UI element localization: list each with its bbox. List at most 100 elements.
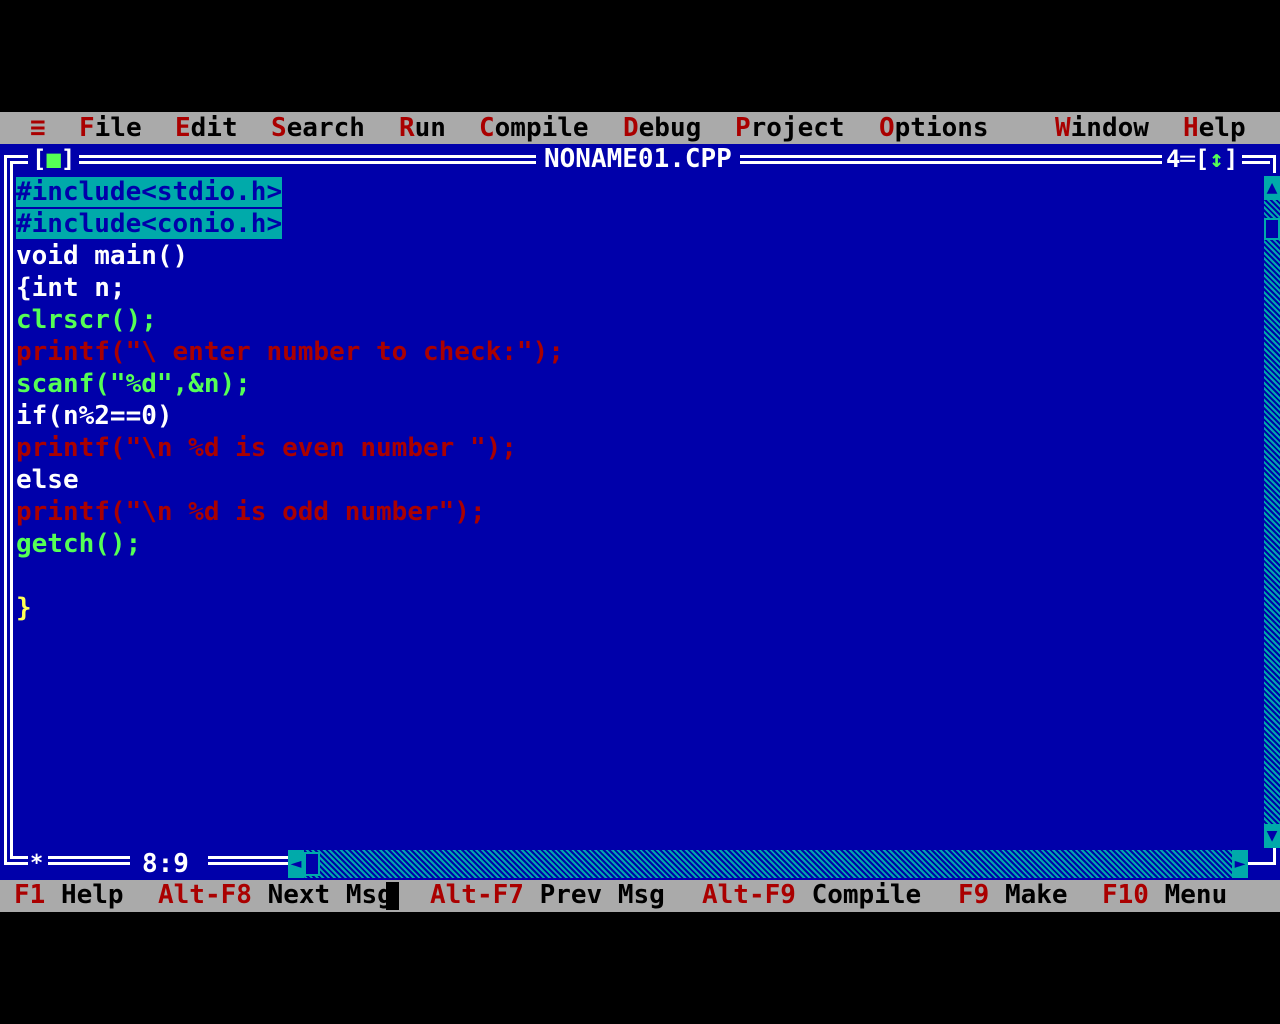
code-line: getch(); (16, 528, 1256, 560)
horizontal-scrollbar[interactable]: ◄ ► (288, 850, 1248, 878)
menu-edit[interactable]: Edit (175, 112, 238, 144)
mouse-cursor-block (386, 882, 399, 910)
code-text: getch(); (16, 529, 142, 559)
window-bottom-row: * 8:9 ◄ ► (0, 848, 1280, 880)
code-line: clrscr(); (16, 304, 1256, 336)
status-make-label: Make (989, 880, 1068, 910)
menu-run-label: un (414, 113, 446, 143)
code-line: printf("\ enter number to check:"); (16, 336, 1256, 368)
status-make[interactable]: F9 Make (958, 880, 1068, 912)
code-text: if(n%2==0) (16, 401, 173, 431)
menu-help-label: elp (1198, 113, 1246, 143)
scroll-up-icon[interactable]: ▲ (1264, 176, 1280, 200)
status-menu-label: Menu (1148, 880, 1228, 910)
code-text: #include<conio.h> (16, 209, 283, 239)
menu-compile-hotkey: C (479, 113, 495, 143)
menu-file-label: ile (94, 113, 142, 143)
status-help-key: F1 (14, 880, 46, 910)
menu-search-label: earch (286, 113, 365, 143)
code-text: else (16, 465, 79, 495)
status-make-key: F9 (958, 880, 990, 910)
vertical-scroll-thumb[interactable] (1264, 218, 1280, 240)
status-menu-key: F10 (1102, 880, 1149, 910)
frame-left-inner (10, 161, 13, 859)
code-text: void main() (16, 241, 189, 271)
menu-compile-label: ompile (494, 113, 589, 143)
code-text: printf("\n %d is odd number"); (16, 497, 486, 527)
cursor-position: 8:9 (136, 848, 195, 880)
status-prev-msg-key: Alt-F7 (430, 880, 524, 910)
status-next-msg[interactable]: Alt-F8 Next Msg (158, 880, 393, 912)
code-text: printf("\ enter number to check:"); (16, 337, 564, 367)
code-line: printf("\n %d is odd number"); (16, 496, 1256, 528)
code-line: if(n%2==0) (16, 400, 1256, 432)
zoom-icon[interactable]: ↕ (1209, 145, 1223, 173)
menu-options-hotkey: O (879, 113, 895, 143)
system-menu-icon: ≡ (30, 113, 46, 143)
editor-window: [■] NONAME01.CPP 4═[↕] #include<stdio.h>… (0, 144, 1280, 880)
code-area[interactable]: #include<stdio.h> #include<conio.h> void… (16, 176, 1256, 848)
menu-search-hotkey: S (271, 113, 287, 143)
code-text: printf("\n %d is even number "); (16, 433, 517, 463)
status-next-msg-key: Alt-F8 (158, 880, 252, 910)
close-icon: ■ (46, 145, 61, 173)
menu-file[interactable]: File (79, 112, 142, 144)
menu-window[interactable]: Window (1055, 112, 1149, 144)
menu-compile[interactable]: Compile (479, 112, 589, 144)
code-line: } (16, 592, 1256, 624)
status-prev-msg-label: Prev Msg (523, 880, 665, 910)
horizontal-scroll-thumb[interactable] (304, 852, 320, 876)
menu-run[interactable]: Run (399, 112, 446, 144)
menu-options-label: ptions (894, 113, 989, 143)
menu-help[interactable]: Help (1183, 112, 1246, 144)
menu-project-hotkey: P (735, 113, 751, 143)
code-text: {int n; (16, 273, 126, 303)
status-next-msg-label: Next Msg (251, 880, 393, 910)
frame-left-outer (4, 155, 7, 865)
code-line: {int n; (16, 272, 1256, 304)
code-text: clrscr(); (16, 305, 157, 335)
menu-edit-label: dit (190, 113, 238, 143)
menu-debug-hotkey: D (623, 113, 639, 143)
window-title: NONAME01.CPP (536, 144, 740, 176)
vertical-scrollbar[interactable]: ▲ ▼ (1264, 176, 1280, 848)
code-text: #include<stdio.h> (16, 177, 283, 207)
menu-help-hotkey: H (1183, 113, 1199, 143)
scroll-right-icon[interactable]: ► (1232, 850, 1248, 878)
menu-file-hotkey: F (79, 113, 95, 143)
scroll-down-icon[interactable]: ▼ (1264, 824, 1280, 848)
system-menu[interactable]: ≡ (30, 112, 46, 144)
status-bar: F1 Help Alt-F8 Next Msg Alt-F7 Prev Msg … (0, 880, 1280, 912)
status-prev-msg[interactable]: Alt-F7 Prev Msg (430, 880, 665, 912)
code-line: #include<stdio.h> (16, 176, 1256, 208)
menu-options[interactable]: Options (879, 112, 989, 144)
status-help[interactable]: F1 Help (14, 880, 124, 912)
window-controls: 4═[↕] (1162, 144, 1243, 176)
code-line: #include<conio.h> (16, 208, 1256, 240)
code-line: else (16, 464, 1256, 496)
code-line: void main() (16, 240, 1256, 272)
status-compile[interactable]: Alt-F9 Compile (702, 880, 921, 912)
menu-edit-hotkey: E (175, 113, 191, 143)
menu-debug[interactable]: Debug (623, 112, 701, 144)
code-text: } (16, 593, 32, 623)
menu-debug-label: ebug (638, 113, 702, 143)
code-line: printf("\n %d is even number "); (16, 432, 1256, 464)
status-compile-label: Compile (795, 880, 922, 910)
menu-window-label: indow (1070, 113, 1149, 143)
menu-bar: ≡ File Edit Search Run Compile Debug Pro… (0, 112, 1280, 144)
scroll-left-icon[interactable]: ◄ (288, 850, 304, 878)
title-row: [■] NONAME01.CPP 4═[↕] (0, 144, 1280, 176)
modified-star-icon: * (28, 848, 46, 880)
status-compile-key: Alt-F9 (702, 880, 796, 910)
menu-project[interactable]: Project (735, 112, 845, 144)
menu-project-label: roject (750, 113, 845, 143)
menu-window-hotkey: W (1055, 113, 1071, 143)
menu-search[interactable]: Search (271, 112, 365, 144)
status-help-label: Help (45, 880, 124, 910)
close-box[interactable]: [■] (28, 144, 80, 176)
status-menu[interactable]: F10 Menu (1102, 880, 1227, 912)
code-text: scanf("%d",&n); (16, 369, 251, 399)
window-number: 4 (1166, 145, 1181, 173)
